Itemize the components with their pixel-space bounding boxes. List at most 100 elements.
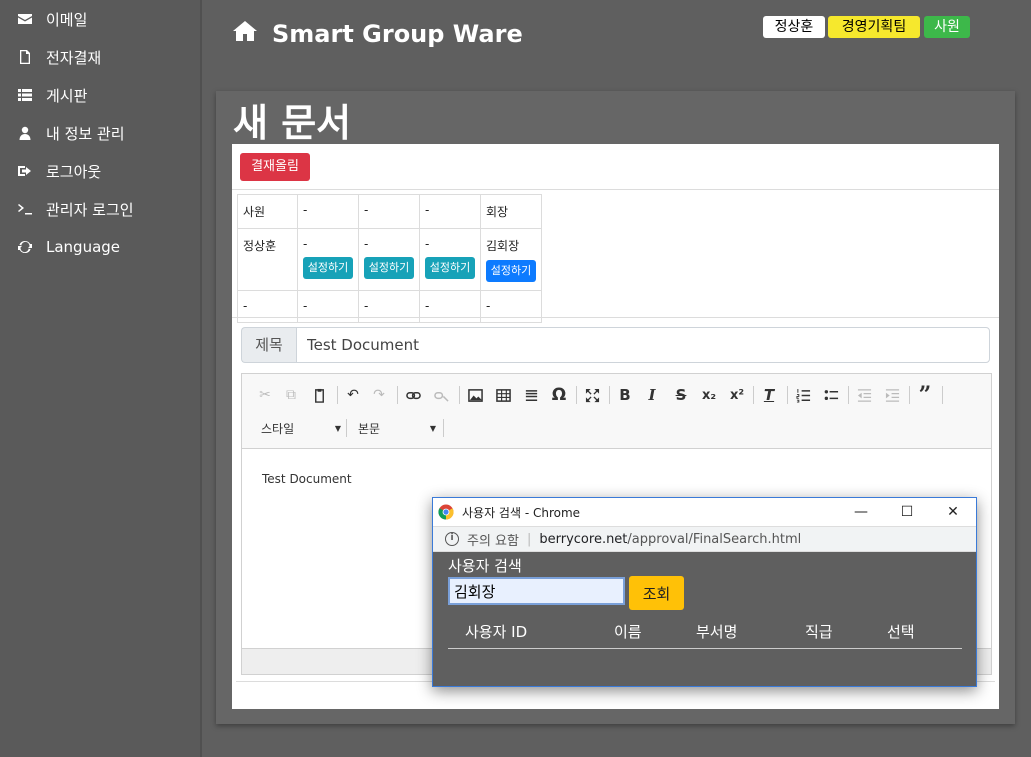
address-bar[interactable]: i 주의 요함 | berrycore.net /approval/FinalS… [433,526,976,552]
popup-titlebar[interactable]: 사용자 검색 - Chrome — ☐ ✕ [433,498,976,526]
format-combo[interactable]: 본문 ▼ [358,417,436,439]
brand-title: Smart Group Ware [272,20,523,48]
toolbar-separator [753,386,754,404]
editor-content[interactable]: Test Document [262,472,352,486]
sidebar-item-approval[interactable]: 전자결재 [0,38,200,76]
rank-badge: 사원 [924,16,970,38]
column-header-name: 이름 [614,623,642,641]
bold-icon[interactable]: B [614,384,636,406]
maximize-window-icon[interactable]: ☐ [884,498,930,526]
table-row: 사원 - - - 회장 [237,194,542,229]
sidebar-item-label: 관리자 로그인 [46,200,134,219]
close-icon[interactable]: ✕ [930,498,976,526]
caret-down-icon: ▼ [334,423,341,433]
table-cell: 정상훈 [237,228,298,291]
toolbar-separator [397,386,398,404]
special-char-icon[interactable]: Ω [548,384,570,406]
cut-icon[interactable]: ✂ [254,384,276,406]
link-icon[interactable] [402,384,424,406]
approver-name: - [364,237,369,251]
envelope-icon [16,10,34,28]
sidebar-item-label: Language [46,238,121,256]
popup-title: 사용자 검색 - Chrome [462,505,581,520]
chrome-icon [438,504,454,520]
subject-input[interactable] [296,327,990,363]
sidebar-item-profile[interactable]: 내 정보 관리 [0,114,200,152]
sidebar-item-email[interactable]: 이메일 [0,0,200,38]
column-header-user-id: 사용자 ID [465,623,528,641]
user-name-badge: 정상훈 [763,16,825,38]
undo-icon[interactable]: ↶ [342,384,364,406]
terminal-icon [16,200,34,218]
paste-icon[interactable] [308,384,330,406]
toolbar-separator [346,419,347,437]
approver-name: 정상훈 [243,239,277,253]
home-icon [232,20,272,48]
sidebar-item-language[interactable]: Language [0,228,200,266]
set-approver-button[interactable]: 설정하기 [303,257,353,279]
sidebar-item-label: 이메일 [46,10,88,29]
toolbar-separator [609,386,610,404]
submit-approval-button[interactable]: 결재올림 [240,153,310,181]
table-cell: - 설정하기 [297,228,359,291]
document-icon [16,48,34,66]
divider [232,317,999,318]
copy-icon[interactable]: ⧉ [280,384,302,406]
toolbar-separator [443,419,444,437]
search-button[interactable]: 조회 [629,576,684,610]
column-header-select: 선택 [887,623,915,641]
maximize-icon[interactable] [581,384,603,406]
toolbar-separator [848,386,849,404]
set-approver-button[interactable]: 설정하기 [425,257,475,279]
editor-toolbar: ✂ ⧉ ↶ ↷ Ω B I S x₂ x² T ” 스타일 ▼ 본문 ▼ [242,374,991,449]
sidebar: 이메일 전자결재 게시판 내 정보 관리 로그아웃 관리자 로그인 Langua… [0,0,202,757]
sidebar-item-board[interactable]: 게시판 [0,76,200,114]
user-search-input[interactable] [448,577,625,605]
sidebar-item-logout[interactable]: 로그아웃 [0,152,200,190]
style-combo-label: 스타일 [261,421,295,436]
image-icon[interactable] [464,384,486,406]
table-cell: - [358,194,420,229]
strikethrough-icon[interactable]: S [670,384,692,406]
set-approver-button[interactable]: 설정하기 [486,260,536,282]
caret-down-icon: ▼ [429,423,436,433]
approver-name: 김회장 [486,239,520,253]
italic-icon[interactable]: I [641,384,663,406]
numbered-list-icon[interactable] [792,384,814,406]
superscript-icon[interactable]: x² [726,384,748,406]
list-icon [16,86,34,104]
approver-name: - [425,237,430,251]
horizontal-line-icon[interactable] [520,384,542,406]
bulleted-list-icon[interactable] [820,384,842,406]
table-cell: - 설정하기 [419,228,481,291]
app-brand[interactable]: Smart Group Ware [232,18,523,50]
sign-out-icon [16,162,34,180]
column-header-department: 부서명 [696,623,738,641]
url-host: berrycore.net [539,531,628,547]
toolbar-separator [942,386,943,404]
indent-icon[interactable] [881,384,903,406]
table-icon[interactable] [492,384,514,406]
sidebar-item-admin-login[interactable]: 관리자 로그인 [0,190,200,228]
column-header-rank: 직급 [805,623,833,641]
approver-name: - [303,237,308,251]
approval-line-table: 사원 - - - 회장 정상훈 - 설정하기 - 설정하기 - 설정하기 김회장 설정하… [237,194,542,323]
style-combo[interactable]: 스타일 ▼ [261,417,341,439]
redo-icon[interactable]: ↷ [368,384,390,406]
outdent-icon[interactable] [853,384,875,406]
toolbar-separator [459,386,460,404]
divider [232,189,999,190]
search-heading: 사용자 검색 [448,557,522,575]
set-approver-button[interactable]: 설정하기 [364,257,414,279]
unlink-icon[interactable] [430,384,452,406]
sidebar-item-label: 내 정보 관리 [46,124,125,143]
url-path: /approval/FinalSearch.html [627,531,802,547]
blockquote-icon[interactable]: ” [914,382,936,408]
subject-label: 제목 [241,327,296,363]
table-cell: 사원 [237,194,298,229]
subscript-icon[interactable]: x₂ [698,384,720,406]
remove-format-icon[interactable]: T [758,384,780,406]
department-badge: 경영기획팀 [828,16,920,38]
minimize-icon[interactable]: — [838,498,884,526]
toolbar-separator [909,386,910,404]
